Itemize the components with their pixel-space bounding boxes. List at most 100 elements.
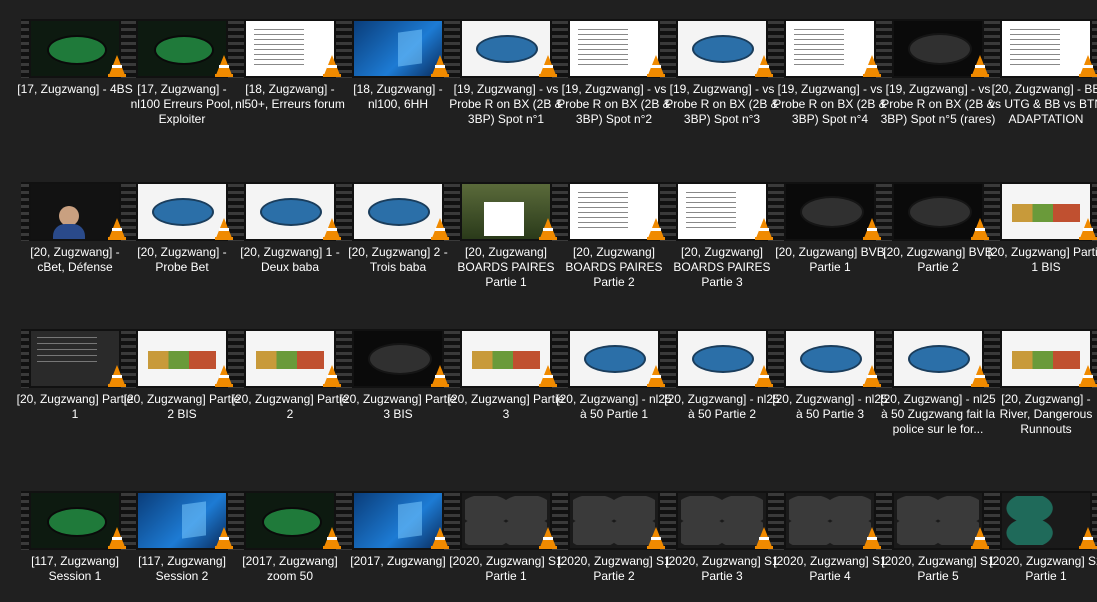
file-name-label: [20, Zugzwang] BOARDS PAIRES Partie 2 xyxy=(565,245,663,289)
film-strip-edge xyxy=(21,19,29,78)
thumbnail-frame xyxy=(894,331,982,386)
thumbnail-frame xyxy=(246,184,334,239)
film-strip-edge xyxy=(236,329,244,388)
thumbnail-frame xyxy=(138,21,226,76)
vlc-cone-stripe xyxy=(975,65,985,68)
film-strip-edge xyxy=(776,329,784,388)
vlc-cone-stripe xyxy=(759,537,769,540)
file-name-label: [2017, Zugzwang] xyxy=(350,554,446,568)
thumbnail-frame xyxy=(354,21,442,76)
video-thumbnail xyxy=(668,182,776,241)
video-thumbnail xyxy=(452,329,560,388)
vlc-cone-stripe xyxy=(327,537,337,540)
thumbnail-frame xyxy=(1002,21,1090,76)
video-thumbnail xyxy=(668,329,776,388)
video-thumbnail xyxy=(776,19,884,78)
film-strip-edge xyxy=(236,182,244,241)
film-strip-edge xyxy=(128,329,136,388)
vlc-cone-stripe xyxy=(1083,65,1093,68)
video-thumbnail xyxy=(236,329,344,388)
vlc-cone-stripe xyxy=(327,65,337,68)
video-thumbnail xyxy=(884,182,992,241)
vlc-cone-stripe xyxy=(219,65,229,68)
thumbnail-frame xyxy=(246,493,334,548)
file-name-label: [2020, Zugzwang] S1 Partie 2 xyxy=(557,554,671,583)
vlc-cone-stripe xyxy=(867,375,877,378)
video-thumbnail xyxy=(560,19,668,78)
vlc-cone-stripe xyxy=(435,65,445,68)
file-name-label: [19, Zugzwang] - vs Probe R on BX (2B & … xyxy=(449,82,563,126)
thumbnail-frame xyxy=(786,21,874,76)
file-name-label: [20, Zugzwang] - cBet, Défense xyxy=(30,245,120,274)
film-strip-edge xyxy=(21,182,29,241)
file-name-label: [20, Zugzwang] - nl25 à 50 Partie 3 xyxy=(772,392,888,421)
video-thumbnail xyxy=(21,182,129,241)
video-thumbnail xyxy=(236,19,344,78)
video-thumbnail xyxy=(344,182,452,241)
video-thumbnail xyxy=(236,491,344,550)
thumbnail-frame xyxy=(31,21,119,76)
film-strip-edge xyxy=(128,182,136,241)
film-strip-edge xyxy=(776,491,784,550)
file-name-label: [20, Zugzwang] 1 - Deux baba xyxy=(240,245,340,274)
vlc-cone-stripe xyxy=(112,228,122,231)
vlc-cone-stripe xyxy=(112,375,122,378)
vlc-cone-stripe xyxy=(759,375,769,378)
film-strip-edge xyxy=(21,329,29,388)
vlc-cone-stripe xyxy=(219,228,229,231)
file-name-label: [19, Zugzwang] - vs Probe R on BX (2B & … xyxy=(880,82,996,126)
vlc-cone-stripe xyxy=(435,537,445,540)
vlc-cone-stripe xyxy=(867,228,877,231)
video-thumbnail xyxy=(452,182,560,241)
film-strip-edge xyxy=(560,19,568,78)
file-name-label: [20, Zugzwang] BOARDS PAIRES Partie 3 xyxy=(673,245,771,289)
film-strip-edge xyxy=(560,491,568,550)
video-thumbnail xyxy=(776,491,884,550)
film-strip-edge xyxy=(884,491,892,550)
film-strip-edge xyxy=(344,19,352,78)
vlc-cone-stripe xyxy=(543,537,553,540)
video-thumbnail xyxy=(776,182,884,241)
file-name-label: [19, Zugzwang] - vs Probe R on BX (2B & … xyxy=(665,82,779,126)
file-name-label: [20, Zugzwang] - nl25 à 50 Partie 2 xyxy=(664,392,780,421)
file-name-label: [2020, Zugzwang] S1 Partie 1 xyxy=(449,554,563,583)
thumbnail-frame xyxy=(570,331,658,386)
video-thumbnail xyxy=(560,491,668,550)
vlc-cone-stripe xyxy=(435,228,445,231)
film-strip-edge xyxy=(560,182,568,241)
video-thumbnail xyxy=(21,329,129,388)
video-thumbnail xyxy=(344,491,452,550)
vlc-cone-stripe xyxy=(543,228,553,231)
film-strip-edge xyxy=(128,491,136,550)
thumbnail-frame xyxy=(1002,184,1090,239)
video-thumbnail xyxy=(128,329,236,388)
file-name-label: [20, Zugzwang] Partie 2 xyxy=(231,392,349,421)
file-name-label: [2020, Zugzwang] S1 Partie 5 xyxy=(881,554,995,583)
file-name-label: [19, Zugzwang] - vs Probe R on BX (2B & … xyxy=(773,82,887,126)
thumbnail-frame xyxy=(138,493,226,548)
film-strip-edge xyxy=(776,182,784,241)
vlc-cone-stripe xyxy=(975,537,985,540)
file-name-label: [20, Zugzwang] Partie 3 xyxy=(447,392,565,421)
thumbnail-frame xyxy=(138,184,226,239)
video-thumbnail xyxy=(992,329,1097,388)
thumbnail-frame xyxy=(894,184,982,239)
thumbnail-frame xyxy=(786,331,874,386)
film-strip-edge xyxy=(236,19,244,78)
film-strip-edge xyxy=(452,182,460,241)
vlc-cone-stripe xyxy=(435,375,445,378)
thumbnail-frame xyxy=(894,493,982,548)
film-strip-edge xyxy=(992,491,1000,550)
thumbnail-frame xyxy=(1002,493,1090,548)
thumbnail-frame xyxy=(138,331,226,386)
file-name-label: [20, Zugzwang] Partie 3 BIS xyxy=(339,392,457,421)
thumbnail-frame xyxy=(354,331,442,386)
video-thumbnail xyxy=(236,182,344,241)
video-thumbnail xyxy=(992,491,1097,550)
vlc-cone-stripe xyxy=(651,228,661,231)
film-strip-edge xyxy=(992,329,1000,388)
film-strip-edge xyxy=(668,491,676,550)
thumbnail-frame xyxy=(354,184,442,239)
film-strip-edge xyxy=(884,329,892,388)
file-name-label: [20, Zugzwang] - River, Dangerous Runnou… xyxy=(999,392,1093,436)
